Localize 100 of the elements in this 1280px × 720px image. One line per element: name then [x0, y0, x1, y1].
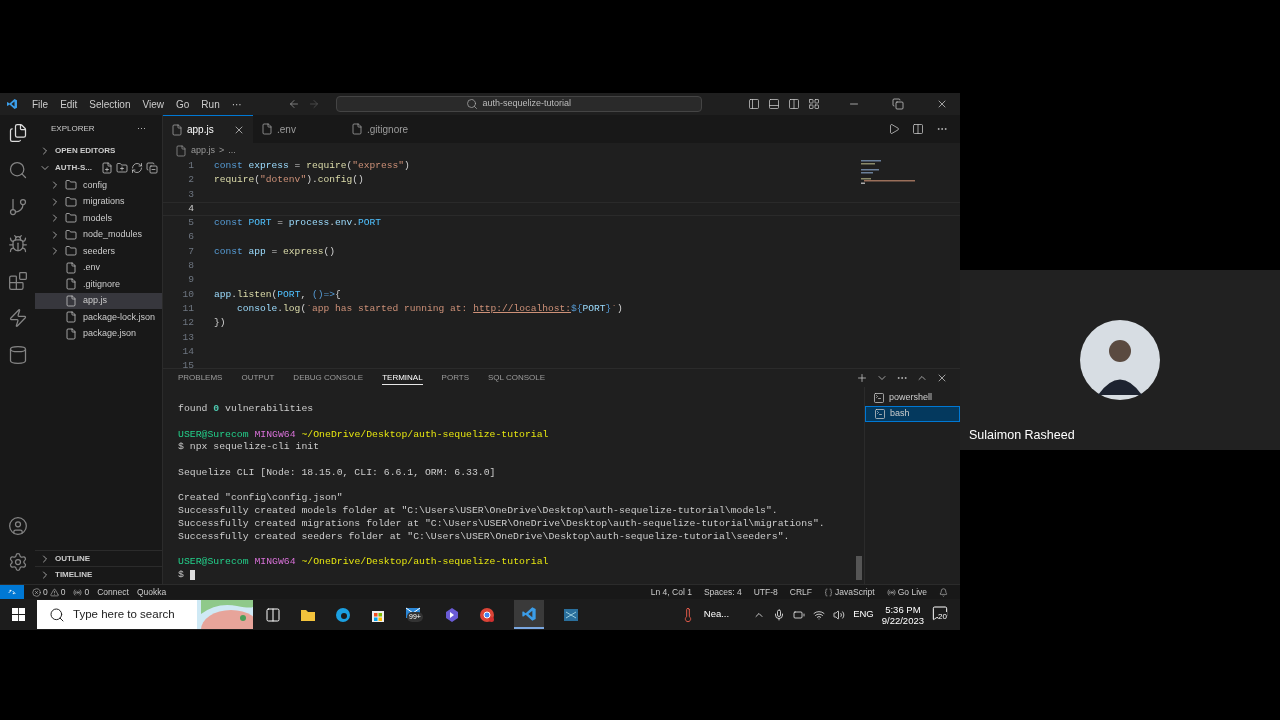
refresh-icon[interactable] — [131, 162, 143, 174]
code-line: console.log(`app has started running at: http://localhost:${PORT}`) — [236, 301, 623, 316]
breadcrumb-item[interactable]: app.js — [191, 143, 216, 158]
section-header[interactable]: TIMELINE — [35, 566, 162, 582]
new-folder-icon[interactable] — [116, 162, 128, 174]
folder-header[interactable]: AUTH-S... — [35, 159, 162, 177]
close-icon[interactable] — [936, 98, 948, 110]
new-file-icon[interactable] — [101, 162, 113, 174]
wifi-icon[interactable] — [813, 608, 826, 621]
close-icon[interactable] — [936, 372, 948, 384]
status-item[interactable]: Quokka — [136, 585, 167, 599]
browser-icon[interactable] — [335, 606, 351, 623]
section-header[interactable]: OUTLINE — [35, 550, 162, 566]
line-number: 9 — [187, 273, 195, 288]
command-center[interactable]: auth-sequelize-tutorial — [335, 96, 702, 112]
terminal-line: $ npx sequelize-cli init — [178, 440, 320, 455]
terminal-list-item[interactable]: bash — [865, 406, 960, 422]
section-header[interactable]: OPEN EDITORS — [35, 143, 162, 159]
panel-tab[interactable]: PROBLEMS — [178, 372, 223, 384]
warning-icon — [49, 587, 59, 597]
status-item[interactable]: Go Live — [897, 585, 927, 599]
warning-count[interactable]: 0 — [60, 585, 66, 599]
tree-item[interactable]: package-lock.json — [35, 309, 162, 326]
window-app-icon[interactable] — [563, 606, 579, 623]
clock-time[interactable]: 5:36 PM — [885, 603, 921, 615]
more-button[interactable]: ··· — [137, 122, 146, 136]
split-icon[interactable] — [788, 98, 800, 110]
source-control-icon[interactable] — [7, 197, 28, 217]
editor-tab[interactable]: .env — [253, 115, 343, 143]
menu-item[interactable]: Edit — [54, 96, 84, 112]
battery-icon[interactable] — [793, 608, 806, 621]
file-icon — [65, 311, 77, 324]
account-icon[interactable] — [7, 516, 28, 536]
tree-item[interactable]: models — [35, 210, 162, 227]
collapse-icon[interactable] — [146, 162, 158, 174]
panel-bottom-icon[interactable] — [768, 98, 780, 110]
weather-text[interactable]: Nea... — [703, 607, 730, 622]
terminal-list-item[interactable]: powershell — [865, 390, 960, 406]
file-icon — [351, 123, 363, 135]
panel-tab[interactable]: PORTS — [441, 372, 470, 384]
app-icon[interactable] — [444, 606, 460, 623]
panel-tab[interactable]: SQL CONSOLE — [488, 372, 546, 384]
terminal-line: Successfully created migrations folder at "C:\Users\USER\OneDrive\Desktop\auth-sequelize-tutorial\migrations". — [178, 516, 825, 531]
database-icon[interactable] — [7, 345, 28, 365]
status-item[interactable]: JavaScript — [835, 585, 875, 599]
volume-icon[interactable] — [833, 608, 846, 621]
clock-date[interactable]: 9/22/2023 — [881, 614, 924, 626]
menu-item[interactable]: Go — [170, 96, 196, 112]
search-icon[interactable] — [7, 160, 28, 180]
files-icon[interactable] — [7, 123, 28, 143]
line-number: 5 — [187, 216, 195, 231]
menu-item[interactable]: ··· — [225, 96, 248, 112]
tree-item[interactable]: node_modules — [35, 226, 162, 243]
tree-item[interactable]: migrations — [35, 193, 162, 210]
file-icon — [171, 123, 183, 136]
add-icon[interactable] — [856, 372, 868, 384]
windows-start-icon[interactable] — [12, 608, 25, 621]
chrome-icon[interactable] — [479, 606, 495, 623]
breadcrumb-item[interactable]: > — [219, 143, 225, 158]
breadcrumb-item[interactable]: ... — [228, 143, 236, 158]
editor-tab[interactable]: .gitignore — [343, 115, 433, 143]
ports-count[interactable]: 0 — [84, 585, 90, 599]
task-view-icon[interactable] — [265, 606, 281, 623]
menu-item[interactable]: File — [26, 96, 55, 112]
tree-item[interactable]: config — [35, 177, 162, 194]
broadcast-icon — [886, 587, 896, 597]
panel-left-icon[interactable] — [748, 98, 760, 110]
split-icon[interactable] — [912, 123, 924, 135]
tree-item[interactable]: app.js — [35, 292, 162, 309]
panel-tab[interactable]: DEBUG CONSOLE — [293, 372, 364, 384]
tree-item[interactable]: package.json — [35, 325, 162, 342]
status-item[interactable]: Connect — [97, 585, 129, 599]
extensions-icon[interactable] — [7, 271, 28, 291]
restore-icon[interactable] — [892, 98, 904, 110]
error-count[interactable]: 0 — [43, 585, 48, 599]
line-number: 14 — [181, 344, 195, 359]
status-item[interactable]: UTF-8 — [753, 585, 778, 599]
tree-item[interactable]: seeders — [35, 243, 162, 260]
tree-item[interactable]: .env — [35, 259, 162, 276]
tree-item[interactable]: .gitignore — [35, 276, 162, 293]
panel-tab[interactable]: OUTPUT — [241, 372, 275, 384]
menu-item[interactable]: View — [136, 96, 170, 112]
settings-icon[interactable] — [7, 552, 28, 572]
panel-tab[interactable]: TERMINAL — [382, 371, 423, 385]
status-item[interactable]: CRLF — [789, 585, 812, 599]
taskbar-search-field[interactable]: Type here to search — [37, 600, 253, 629]
vscode-taskbar-button[interactable] — [514, 600, 544, 629]
lightning-icon[interactable] — [7, 308, 28, 328]
layout-icon[interactable] — [808, 98, 820, 110]
status-item[interactable]: Spaces: 4 — [703, 585, 742, 599]
editor-tab[interactable]: app.js — [163, 115, 253, 143]
debug-icon[interactable] — [7, 234, 28, 254]
bell-icon[interactable] — [939, 587, 948, 597]
back-icon[interactable] — [287, 98, 300, 110]
language-indicator[interactable]: ENG — [853, 607, 874, 622]
menu-item[interactable]: Selection — [83, 96, 137, 112]
status-item[interactable]: Ln 4, Col 1 — [650, 585, 692, 599]
run-icon[interactable] — [888, 123, 900, 135]
menu-item[interactable]: Run — [195, 96, 226, 112]
mic-icon[interactable] — [773, 608, 786, 621]
